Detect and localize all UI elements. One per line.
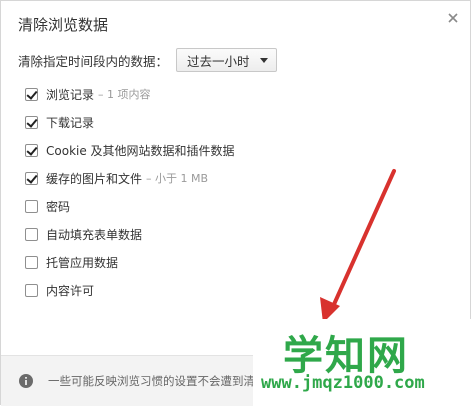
option-label: 密码 <box>46 199 71 214</box>
watermark-logo: 学知网 www.jmqz1000.com <box>253 319 471 406</box>
time-range-row: 清除指定时间段内的数据： 过去一小时 <box>18 48 277 72</box>
checkbox[interactable] <box>25 199 38 213</box>
option-hosted-app-data[interactable]: 托管应用数据 <box>25 248 235 276</box>
checkbox[interactable] <box>25 143 38 157</box>
option-label: 自动填充表单数据 <box>46 227 143 242</box>
checkbox[interactable] <box>25 255 38 269</box>
option-label: 下载记录 <box>46 115 95 130</box>
time-range-select[interactable]: 过去一小时 <box>176 48 277 72</box>
option-browsing-history[interactable]: 浏览记录 – 1 项内容 <box>25 80 235 108</box>
option-cache[interactable]: 缓存的图片和文件 – 小于 1 MB <box>25 164 235 192</box>
option-label: 浏览记录 <box>46 87 95 102</box>
option-note: – 1 项内容 <box>98 88 151 101</box>
option-label: 内容许可 <box>46 283 95 298</box>
footer-info-text: 一些可能反映浏览习惯的设置不会遭到清 <box>48 374 255 388</box>
option-note: – 小于 1 MB <box>146 172 209 185</box>
checkbox[interactable] <box>25 115 38 129</box>
chevron-down-icon <box>259 57 268 63</box>
time-range-label: 清除指定时间段内的数据： <box>18 53 169 69</box>
option-label: 缓存的图片和文件 <box>46 171 143 186</box>
close-icon <box>448 13 458 23</box>
option-passwords[interactable]: 密码 <box>25 192 235 220</box>
option-label: Cookie 及其他网站数据和插件数据 <box>46 143 235 158</box>
watermark-url: www.jmqz1000.com <box>261 373 425 393</box>
checkbox[interactable] <box>25 87 38 101</box>
option-cookies[interactable]: Cookie 及其他网站数据和插件数据 <box>25 136 235 164</box>
option-content-licenses[interactable]: 内容许可 <box>25 276 235 304</box>
option-autofill[interactable]: 自动填充表单数据 <box>25 220 235 248</box>
info-icon <box>19 374 33 388</box>
option-label: 托管应用数据 <box>46 255 119 270</box>
checkbox[interactable] <box>25 227 38 241</box>
dialog-title: 清除浏览数据 <box>18 16 109 34</box>
close-button[interactable] <box>446 11 460 25</box>
checkbox[interactable] <box>25 171 38 185</box>
clear-browsing-data-dialog: 清除浏览数据 清除指定时间段内的数据： 过去一小时 浏览记录 – 1 项内容 下… <box>0 0 471 406</box>
checkbox[interactable] <box>25 283 38 297</box>
option-download-history[interactable]: 下载记录 <box>25 108 235 136</box>
data-type-options: 浏览记录 – 1 项内容 下载记录 Cookie 及其他网站数据和插件数据 缓存… <box>25 80 235 304</box>
time-range-value: 过去一小时 <box>187 53 250 69</box>
